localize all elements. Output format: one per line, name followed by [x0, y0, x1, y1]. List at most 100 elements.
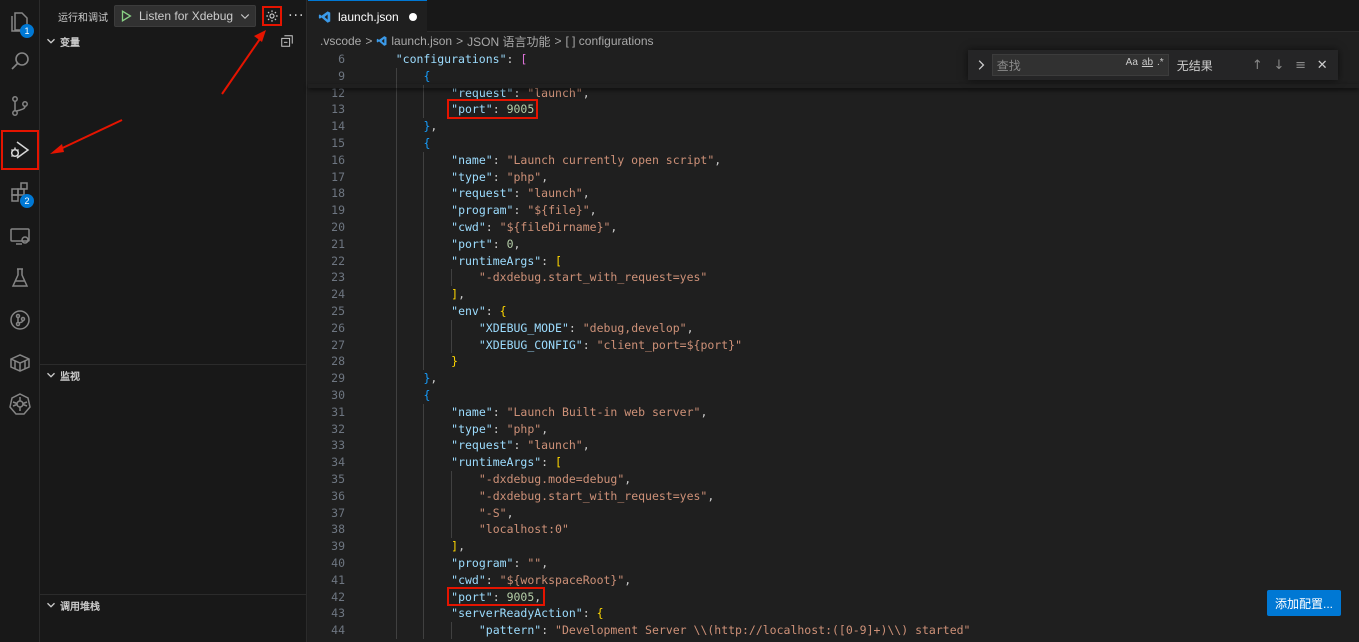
code-line[interactable]: 17 "type": "php",	[308, 169, 1359, 186]
next-match-button[interactable]: ↓	[1269, 55, 1289, 75]
code-line[interactable]: 38 "localhost:0"	[308, 521, 1359, 538]
code-line[interactable]: 29},	[308, 370, 1359, 387]
line-number: 40	[331, 556, 345, 570]
code-line[interactable]: 30 {	[308, 387, 1359, 404]
breadcrumb-symbol[interactable]: [ ] configurations	[565, 34, 653, 48]
code-line[interactable]: 34 "runtimeArgs": [	[308, 454, 1359, 471]
run-debug-icon[interactable]	[1, 130, 39, 170]
code-line[interactable]: 23 "-dxdebug.start_with_request=yes"	[308, 269, 1359, 286]
line-number: 30	[331, 388, 345, 402]
indent-guide	[395, 168, 397, 186]
close-find-button[interactable]: ✕	[1312, 55, 1332, 75]
code-token: "debug,develop"	[582, 320, 687, 335]
code-line[interactable]: 37 "-S",	[308, 505, 1359, 522]
open-launch-json-button[interactable]	[262, 6, 283, 26]
add-configuration-button[interactable]: 添加配置...	[1266, 590, 1341, 616]
search-icon[interactable]	[0, 42, 40, 82]
indent-guide	[423, 168, 425, 186]
run-config-dropdown[interactable]: Listen for Xdebug	[114, 5, 257, 27]
code-token: "php"	[506, 169, 542, 184]
indent-guide	[423, 538, 425, 555]
code-text: "program": "${file}",	[451, 202, 596, 219]
indent-guide	[423, 454, 425, 471]
start-debug-icon[interactable]	[119, 9, 133, 23]
debug-sidebar: 运行和调试 Listen for Xdebug ··· 变量 监视 调用堆栈	[40, 0, 307, 642]
code-line[interactable]: 32 "type": "php",	[308, 421, 1359, 438]
previous-match-button[interactable]: ↑	[1247, 55, 1267, 75]
code-text: "request": "launch",	[451, 437, 590, 454]
code-token: :	[513, 203, 528, 218]
collapse-all-icon[interactable]	[280, 34, 294, 48]
line-number: 37	[331, 505, 345, 520]
code-text: "cwd": "${fileDirname}",	[451, 219, 617, 236]
remote-explorer-icon[interactable]	[0, 216, 40, 256]
line-number: 32	[331, 421, 345, 436]
code-line[interactable]: 44 "pattern": "Development Server \\(http…	[308, 622, 1359, 639]
code-line[interactable]: 21 "port": 0,	[308, 236, 1359, 253]
code-line[interactable]: 35 "-dxdebug.mode=debug",	[308, 471, 1359, 488]
code-line[interactable]: 40 "program": "",	[308, 555, 1359, 572]
code-line[interactable]: 20 "cwd": "${fileDirname}",	[308, 219, 1359, 236]
explorer-icon[interactable]: 1	[0, 2, 40, 42]
indent-guide	[423, 319, 425, 337]
breadcrumb-folder[interactable]: .vscode	[320, 34, 361, 48]
indent-guide	[395, 420, 397, 438]
code-token: "request"	[451, 438, 514, 453]
indent-guide	[451, 471, 453, 488]
source-control-icon[interactable]	[0, 86, 40, 126]
code-line[interactable]: 43 "serverReadyAction": {	[308, 605, 1359, 622]
callstack-section-header[interactable]: 调用堆栈	[40, 594, 306, 616]
line-number: 20	[331, 220, 345, 234]
find-in-selection-button[interactable]: ≡	[1291, 55, 1311, 75]
indent-guide	[423, 151, 425, 169]
indent-guide	[451, 269, 453, 287]
git-graph-icon[interactable]	[0, 300, 40, 340]
unsaved-dot-icon[interactable]	[408, 12, 417, 21]
regex-toggle[interactable]: .*	[1157, 57, 1164, 68]
watch-section-header[interactable]: 监视	[40, 364, 306, 386]
extensions-icon[interactable]: 2	[0, 172, 40, 212]
code-text: "localhost:0"	[479, 521, 569, 538]
kubernetes-icon[interactable]	[0, 384, 40, 424]
code-line[interactable]: 28}	[308, 353, 1359, 370]
code-line[interactable]: 13 "port": 9005	[308, 101, 1359, 118]
code-text: "runtimeArgs": [	[451, 454, 562, 471]
code-token: 0	[506, 236, 514, 251]
find-input[interactable]: 查找 Aa ab .*	[991, 54, 1169, 76]
variables-section-header[interactable]: 变量	[40, 30, 306, 52]
code-token: :	[492, 152, 507, 167]
code-line[interactable]: 18 "request": "launch",	[308, 185, 1359, 202]
code-line[interactable]: 26 "XDEBUG_MODE": "debug,develop",	[308, 320, 1359, 337]
chevron-right-icon[interactable]	[974, 58, 988, 72]
breadcrumb-file[interactable]: launch.json	[391, 34, 452, 48]
more-actions-button[interactable]: ···	[288, 8, 304, 24]
code-line[interactable]: 22 "runtimeArgs": [	[308, 253, 1359, 270]
code-line[interactable]: 33 "request": "launch",	[308, 437, 1359, 454]
code-line[interactable]: 27 "XDEBUG_CONFIG": "client_port=${port}"	[308, 337, 1359, 354]
line-number: 6	[338, 52, 345, 66]
indent-guide	[423, 588, 425, 606]
indent-guide	[395, 471, 397, 488]
code-line[interactable]: 36 "-dxdebug.start_with_request=yes",	[308, 488, 1359, 505]
code-text: },	[423, 118, 437, 135]
whole-word-toggle[interactable]: ab	[1142, 57, 1153, 68]
code-line[interactable]: 14},	[308, 118, 1359, 135]
code-text: "program": "",	[451, 555, 548, 572]
code-line[interactable]: 15 {	[308, 135, 1359, 152]
code-line[interactable]: 19 "program": "${file}",	[308, 202, 1359, 219]
match-case-toggle[interactable]: Aa	[1126, 57, 1138, 68]
tab-launch-json[interactable]: launch.json	[308, 0, 427, 32]
testing-icon[interactable]	[0, 258, 40, 298]
code-line[interactable]: 25 "env": {	[308, 303, 1359, 320]
code-line[interactable]: 16 "name": "Launch currently open script"…	[308, 152, 1359, 169]
package-icon[interactable]	[0, 342, 40, 382]
indent-guide	[423, 185, 425, 203]
indent-guide	[395, 454, 397, 471]
code-line[interactable]: 31 "name": "Launch Built-in web server",	[308, 404, 1359, 421]
breadcrumb-language[interactable]: JSON 语言功能	[467, 33, 550, 50]
code-line[interactable]: 24],	[308, 286, 1359, 303]
code-editor[interactable]: 6 "configurations": [9{12 "request": "laun…	[308, 50, 1359, 642]
code-line[interactable]: 39],	[308, 538, 1359, 555]
code-line[interactable]: 42 "port": 9005,	[308, 589, 1359, 606]
code-line[interactable]: 41 "cwd": "${workspaceRoot}",	[308, 572, 1359, 589]
